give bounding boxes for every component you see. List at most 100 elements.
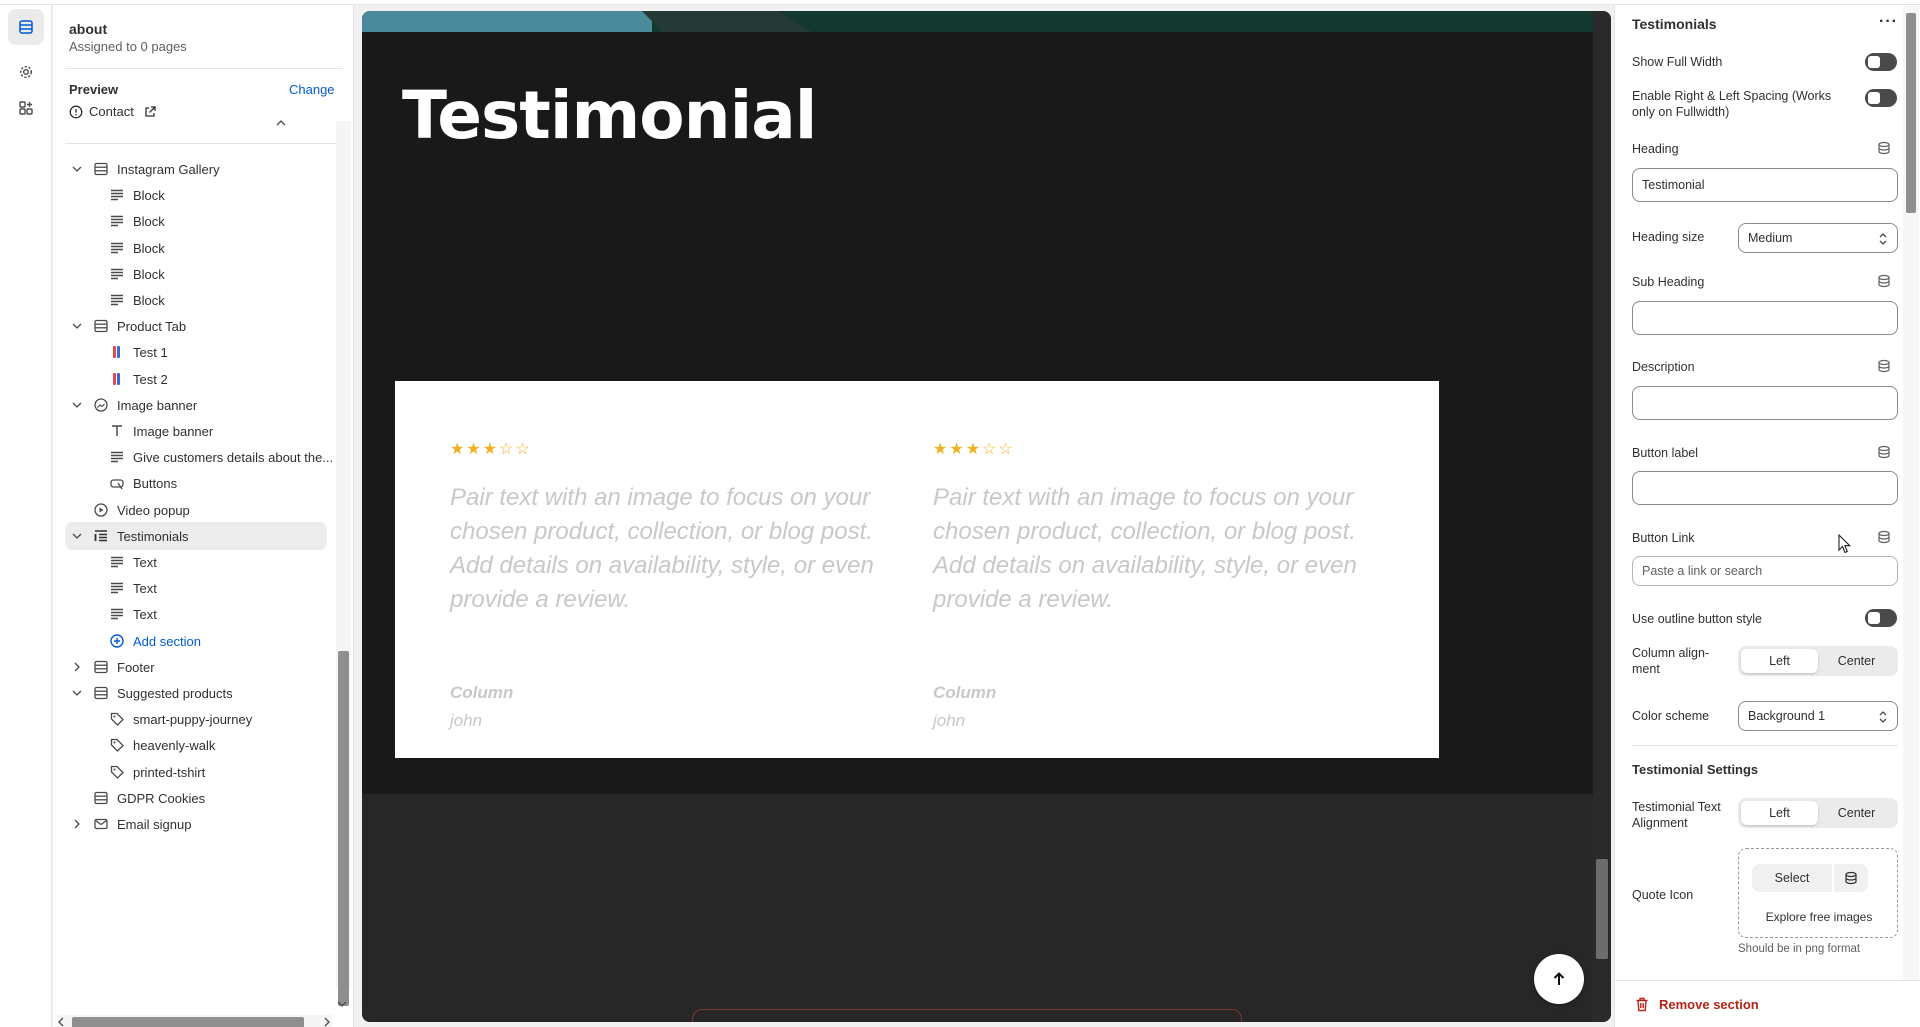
testimonial-card[interactable]: ★★★☆☆ Pair text with an image to focus on… [878, 381, 1439, 758]
sidebar-horizontal-scrollbar[interactable] [58, 1015, 332, 1027]
sections-icon [19, 20, 33, 34]
text-alignment-left[interactable]: Left [1741, 801, 1818, 825]
chevron-down-icon[interactable] [72, 321, 82, 331]
sidebar-scrollbar[interactable] [336, 121, 351, 1006]
explore-free-images-link[interactable]: Explore free images [1739, 910, 1899, 924]
tree-item-printed-tshirt[interactable]: printed-tshirt [65, 758, 327, 786]
divider [1615, 980, 1920, 981]
text-alignment-center[interactable]: Center [1818, 801, 1895, 825]
remove-section-button[interactable]: Remove section [1635, 997, 1759, 1012]
show-full-width-toggle[interactable] [1865, 53, 1897, 71]
section-icon [94, 686, 108, 700]
divider [65, 68, 343, 69]
tree-item-label: Video popup [117, 502, 190, 518]
color-scheme-select[interactable]: Background 1 [1738, 701, 1898, 731]
heading-input[interactable] [1632, 168, 1898, 202]
tree-item-text[interactable]: Text [65, 548, 327, 576]
tree-item-give-customers-details-about-the[interactable]: Give customers details about the... [65, 443, 333, 471]
tree-item-video-popup[interactable]: Video popup [65, 496, 327, 524]
tree-item-test-2[interactable]: Test 2 [65, 365, 327, 393]
column-alignment-center[interactable]: Center [1818, 649, 1895, 673]
tree-item-label: Give customers details about the... [133, 450, 334, 466]
tree-item-label: Block [133, 293, 165, 308]
tree-item-instagram-gallery[interactable]: Instagram Gallery [65, 155, 327, 183]
select-image-button[interactable]: Select [1752, 864, 1832, 892]
tree-item-block[interactable]: Block [65, 181, 327, 209]
apps-nav-button[interactable] [8, 90, 44, 126]
text-block-icon [111, 189, 123, 201]
preview-area: Testimonial ★★★☆☆ Pair text with an image… [355, 5, 1613, 1027]
scroll-down-icon[interactable] [337, 1000, 347, 1008]
scroll-right-icon[interactable] [323, 1017, 331, 1027]
tree-item-label: Text [133, 581, 157, 597]
scroll-to-top-button[interactable] [1534, 954, 1584, 1004]
testimonial-card[interactable]: ★★★☆☆ Pair text with an image to focus on… [395, 381, 956, 758]
scroll-up-icon[interactable] [276, 119, 286, 127]
tree-item-block[interactable]: Block [65, 286, 327, 314]
external-link-icon[interactable] [144, 105, 156, 118]
outline-button-toggle[interactable] [1865, 609, 1897, 627]
settings-scrollbar[interactable] [1903, 5, 1919, 980]
dynamic-source-icon[interactable] [1877, 274, 1891, 288]
tree-item-label: printed-tshirt [133, 764, 206, 780]
chevron-down-icon[interactable] [72, 164, 82, 174]
divider [1632, 745, 1898, 746]
tree-item-text[interactable]: Text [65, 574, 327, 602]
dynamic-source-icon[interactable] [1877, 359, 1891, 373]
dynamic-source-icon[interactable] [1877, 530, 1891, 544]
button-label-input[interactable] [1632, 471, 1898, 505]
tree-item-gdpr-cookies[interactable]: GDPR Cookies [65, 784, 327, 812]
plus-circle-icon [110, 633, 124, 648]
tree-item-email-signup[interactable]: Email signup [65, 810, 327, 838]
tree-item-image-banner[interactable]: Image banner [65, 417, 327, 445]
tree-item-suggested-products[interactable]: Suggested products [65, 679, 327, 707]
more-options-button[interactable]: ··· [1879, 13, 1898, 31]
tree-item-footer[interactable]: Footer [65, 653, 327, 681]
add-section-button[interactable]: Add section [65, 627, 327, 655]
color-swatch-icon [113, 372, 120, 385]
testimonial-settings-heading: Testimonial Settings [1632, 762, 1759, 777]
dynamic-source-icon[interactable] [1877, 141, 1891, 155]
text-block-icon [111, 609, 123, 620]
tree-item-heavenly-walk[interactable]: heavenly-walk [65, 731, 327, 759]
tree-item-label: Text [133, 607, 157, 623]
previous-section-edge [362, 11, 1611, 32]
dynamic-source-icon[interactable] [1877, 445, 1891, 459]
sub-heading-input[interactable] [1632, 301, 1898, 335]
tree-item-block[interactable]: Block [65, 207, 327, 235]
theme-settings-nav-button[interactable] [8, 54, 44, 90]
chevron-down-icon[interactable] [72, 531, 82, 541]
tree-item-buttons[interactable]: Buttons [65, 469, 327, 497]
chevron-down-icon[interactable] [72, 400, 82, 410]
scroll-left-icon[interactable] [57, 1017, 65, 1027]
button-link-input[interactable] [1632, 556, 1898, 586]
preview-page[interactable]: Contact [69, 104, 156, 119]
text-block-icon [111, 451, 123, 463]
tree-item-text[interactable]: Text [65, 600, 327, 628]
column-alignment-left[interactable]: Left [1741, 649, 1818, 673]
preview-scrollbar[interactable] [1593, 11, 1611, 1022]
testimonial-author: Column [450, 683, 514, 702]
tree-item-label: Block [133, 266, 165, 282]
heading-size-select[interactable]: Medium [1738, 223, 1898, 253]
chevron-down-icon[interactable] [72, 688, 82, 698]
tree-item-test-1[interactable]: Test 1 [65, 338, 327, 366]
enable-spacing-toggle[interactable] [1865, 89, 1897, 107]
dynamic-source-button[interactable] [1834, 864, 1868, 892]
testimonial-author: Column [933, 683, 997, 702]
tree-item-product-tab[interactable]: Product Tab [65, 312, 327, 340]
tree-item-block[interactable]: Block [65, 260, 327, 288]
tree-item-label: Block [133, 240, 165, 256]
tree-item-smart-puppy-journey[interactable]: smart-puppy-journey [65, 705, 327, 733]
chevron-right-icon[interactable] [72, 662, 82, 672]
description-input[interactable] [1632, 386, 1898, 420]
chevron-right-icon[interactable] [72, 819, 82, 829]
tree-item-image-banner[interactable]: Image banner [65, 391, 327, 419]
tree-item-testimonials[interactable]: Testimonials [65, 521, 327, 550]
play-icon [94, 502, 108, 517]
color-scheme-value: Background 1 [1748, 709, 1826, 723]
storefront-preview[interactable]: Testimonial ★★★☆☆ Pair text with an image… [362, 11, 1611, 1022]
change-preview-link[interactable]: Change [289, 82, 335, 97]
sections-nav-button[interactable] [8, 9, 44, 45]
tree-item-block[interactable]: Block [65, 234, 327, 262]
